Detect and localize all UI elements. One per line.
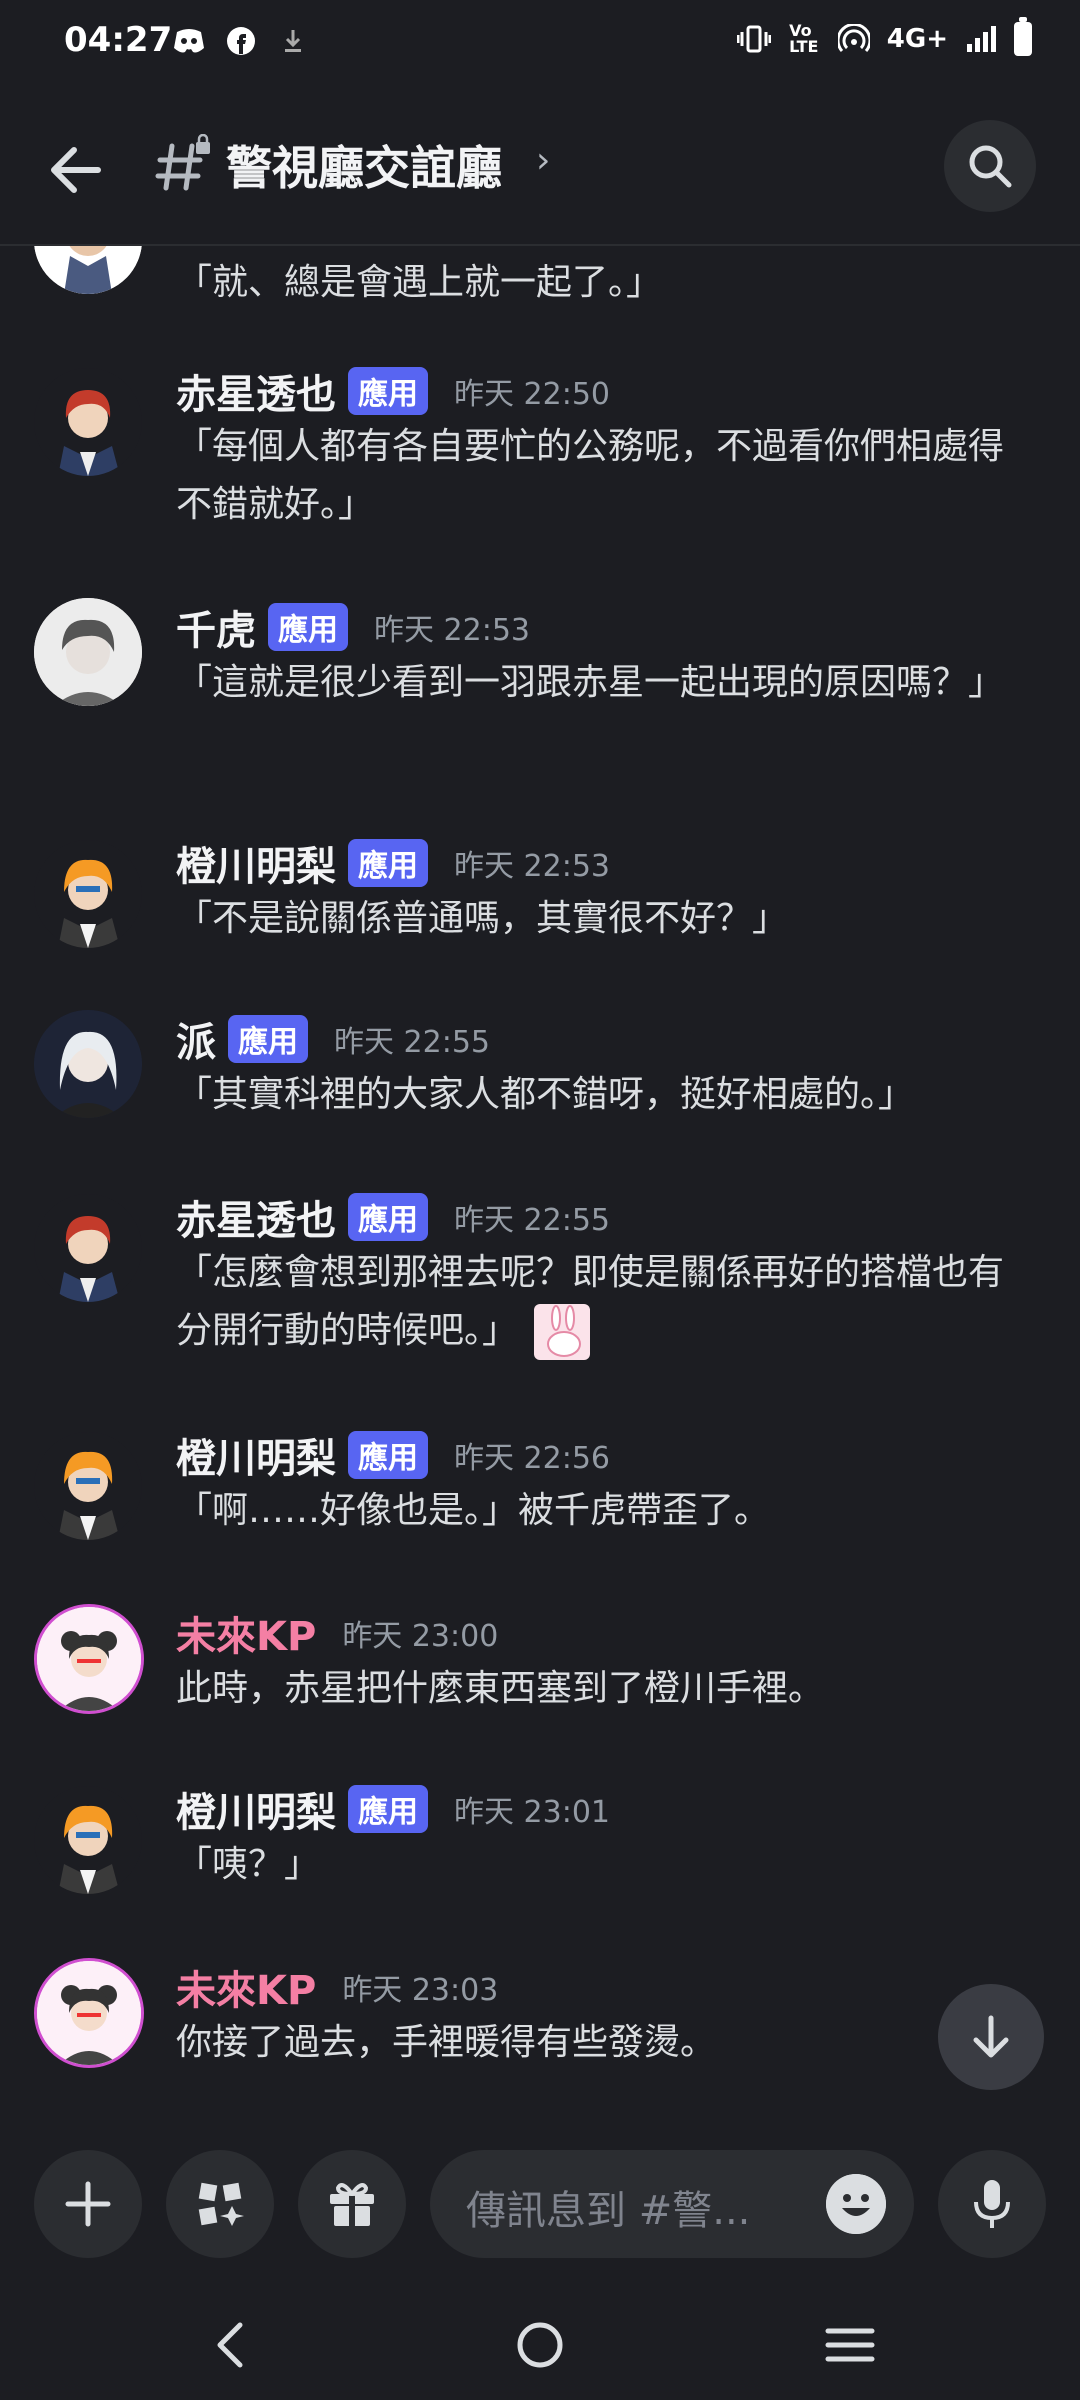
app-badge: 應用	[228, 1015, 308, 1063]
channel-header: 警視廳交誼廳 ›	[0, 88, 1080, 246]
rabbit-sticker[interactable]	[534, 1304, 591, 1360]
message-input-field[interactable]: 傳訊息到 #警...	[430, 2150, 914, 2258]
avatar[interactable]	[34, 1010, 142, 1118]
author-name[interactable]: 派	[176, 1010, 216, 1068]
microphone-icon	[974, 2180, 1010, 2228]
author-name[interactable]: 赤星透也	[176, 362, 336, 420]
volte-icon: Vo LTE	[789, 21, 819, 56]
author-name[interactable]: 未來KP	[176, 1604, 316, 1662]
app-badge: 應用	[348, 1431, 428, 1479]
back-button[interactable]	[40, 134, 112, 206]
timestamp: 昨天 22:56	[454, 1441, 610, 1476]
vibrate-icon	[736, 22, 771, 56]
apps-icon	[198, 2182, 244, 2226]
author-name[interactable]: 橙川明梨	[176, 834, 336, 892]
voice-button[interactable]	[938, 2150, 1046, 2258]
timestamp: 昨天 22:55	[454, 1203, 610, 1238]
nav-recents-icon[interactable]	[810, 2310, 890, 2380]
apps-button[interactable]	[166, 2150, 274, 2258]
download-icon	[276, 24, 310, 58]
app-badge: 應用	[348, 839, 428, 887]
timestamp: 昨天 22:50	[454, 377, 610, 412]
gift-button[interactable]	[298, 2150, 406, 2258]
message-list[interactable]: 「就、總是會遇上就一起了。」 赤星透也 應用 昨天 22:50 「每個人都有各自…	[0, 246, 1080, 2126]
app-badge: 應用	[348, 1785, 428, 1833]
author-name[interactable]: 赤星透也	[176, 1188, 336, 1246]
app-badge: 應用	[348, 367, 428, 415]
timestamp: 昨天 23:01	[454, 1795, 610, 1830]
message-header: 橙川明梨 應用 昨天 22:56	[176, 1426, 610, 1484]
status-time: 04:27	[64, 20, 173, 60]
author-name[interactable]: 橙川明梨	[176, 1426, 336, 1484]
message-text: 「怎麼會想到那裡去呢？即使是關係再好的搭檔也有分開行動的時候吧。」	[176, 1244, 1036, 1360]
message-text: 「不是說關係普通嗎，其實很不好？」	[176, 898, 789, 939]
message-header: 未來KP 昨天 23:00	[176, 1604, 498, 1662]
author-name[interactable]: 千虎	[176, 598, 256, 656]
search-icon	[969, 145, 1012, 188]
jump-to-bottom-button[interactable]	[938, 1984, 1044, 2090]
arrow-down-icon	[973, 2015, 1009, 2058]
gift-icon	[330, 2183, 374, 2226]
nav-back-icon[interactable]	[190, 2310, 270, 2380]
timestamp: 昨天 22:53	[454, 849, 610, 884]
author-name[interactable]: 橙川明梨	[176, 1780, 336, 1838]
battery-icon	[1014, 17, 1032, 56]
message-composer: 傳訊息到 #警...	[0, 2126, 1080, 2286]
plus-icon	[65, 2181, 111, 2227]
system-status-icons: Vo LTE 4G+	[736, 17, 1032, 56]
app-badge: 應用	[348, 1193, 428, 1241]
search-button[interactable]	[944, 120, 1036, 212]
message-header: 赤星透也 應用 昨天 22:55	[176, 1188, 610, 1246]
facebook-icon	[224, 24, 258, 58]
discord-icon	[172, 24, 206, 58]
message-input-placeholder[interactable]: 傳訊息到 #警...	[466, 2178, 786, 2236]
back-arrow-icon	[51, 147, 101, 193]
author-name[interactable]: 未來KP	[176, 1958, 316, 2016]
nav-home-icon[interactable]	[500, 2310, 580, 2380]
timestamp: 昨天 23:00	[342, 1619, 499, 1654]
message-header: 未來KP 昨天 23:03	[176, 1958, 498, 2016]
avatar[interactable]	[34, 1958, 144, 2068]
timestamp: 昨天 22:55	[334, 1025, 490, 1060]
avatar[interactable]	[34, 246, 142, 294]
app-badge: 應用	[268, 603, 348, 651]
message-header: 赤星透也 應用 昨天 22:50	[176, 362, 610, 420]
message-text: 「就、總是會遇上就一起了。」	[176, 262, 663, 303]
message-header: 千虎 應用 昨天 22:53	[176, 598, 530, 656]
timestamp: 昨天 22:53	[374, 613, 530, 648]
message-text: 你接了過去，手裡暖得有些發燙。	[176, 2022, 717, 2063]
avatar[interactable]	[34, 1786, 142, 1894]
message-text: 此時，赤星把什麼東西塞到了橙川手裡。	[176, 1668, 825, 1709]
emoji-icon[interactable]	[826, 2174, 886, 2234]
chevron-right-icon[interactable]: ›	[536, 140, 550, 181]
message-text: 「這就是很少看到一羽跟赤星一起出現的原因嗎？」	[176, 662, 1005, 703]
message-text: 「每個人都有各自要忙的公務呢，不過看你們相處得不錯就好。」	[176, 426, 1005, 525]
message-header: 橙川明梨 應用 昨天 22:53	[176, 834, 610, 892]
avatar[interactable]	[34, 1194, 142, 1302]
avatar[interactable]	[34, 368, 142, 476]
system-navigation-bar	[0, 2286, 1080, 2400]
status-bar: 04:27 Vo LTE 4G+	[0, 0, 1080, 88]
avatar[interactable]	[34, 1604, 144, 1714]
message-text: 「其實科裡的大家人都不錯呀，挺好相處的。」	[176, 1074, 915, 1115]
hotspot-icon	[837, 22, 871, 56]
message-text: 「咦？」	[176, 1844, 321, 1885]
avatar[interactable]	[34, 840, 142, 948]
avatar[interactable]	[34, 598, 142, 706]
notification-icons	[172, 24, 310, 58]
message-header: 派 應用 昨天 22:55	[176, 1010, 490, 1068]
network-type: 4G+	[886, 24, 948, 54]
message-text: 「啊……好像也是。」被千虎帶歪了。	[176, 1490, 771, 1531]
attach-button[interactable]	[34, 2150, 142, 2258]
avatar[interactable]	[34, 1432, 142, 1540]
channel-title[interactable]: 警視廳交誼廳	[226, 132, 502, 198]
signal-icon	[964, 22, 998, 56]
hash-lock-icon	[154, 133, 214, 198]
message-header: 橙川明梨 應用 昨天 23:01	[176, 1780, 610, 1838]
timestamp: 昨天 23:03	[342, 1973, 499, 2008]
